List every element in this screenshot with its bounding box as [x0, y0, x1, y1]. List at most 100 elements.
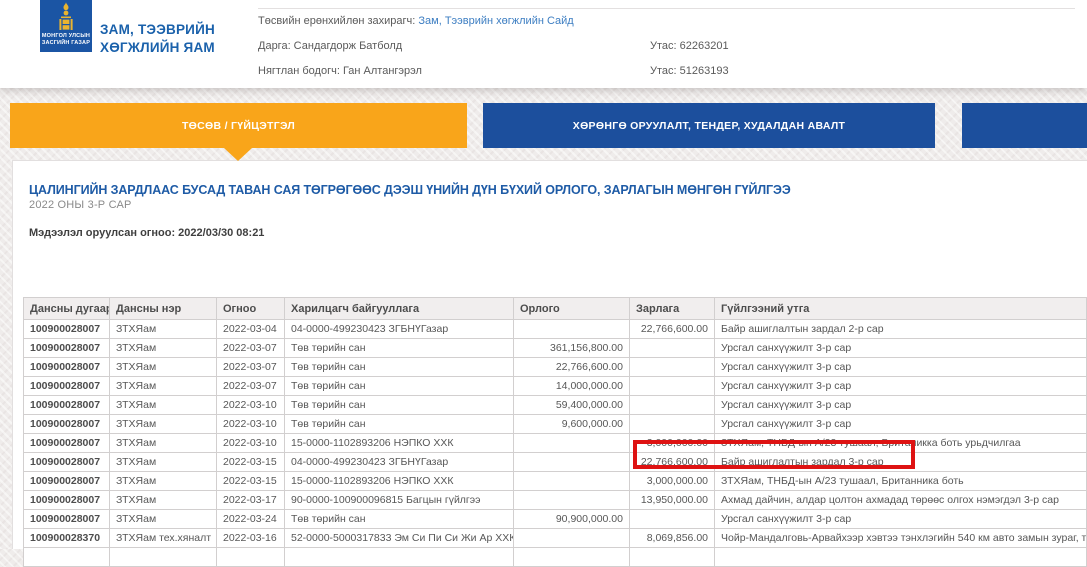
cell-income: 22,766,600.00 [514, 358, 630, 377]
cell-acct [24, 548, 110, 567]
minister-link[interactable]: Зам, Тээврийн хөгжлийн Сайд [418, 15, 573, 27]
cell-desc: Урсгал санхүүжилт 3-р сар [715, 358, 1087, 377]
cell-name [110, 548, 217, 567]
column-header: Зарлага [630, 298, 715, 320]
cell-income [514, 491, 630, 510]
page-subtitle: 2022 ОНЫ 3-Р САР [29, 199, 132, 211]
cell-expense: 8,069,856.00 [630, 529, 715, 548]
cell-name: ЗТХЯам [110, 320, 217, 339]
cell-desc: Урсгал санхүүжилт 3-р сар [715, 415, 1087, 434]
tab-budget-execution[interactable]: ТӨСӨВ / ГҮЙЦЭТГЭЛ [10, 103, 467, 148]
cell-desc: Байр ашиглалтын зардал 2-р сар [715, 320, 1087, 339]
cell-desc: Урсгал санхүүжилт 3-р сар [715, 510, 1087, 529]
cell-expense [630, 510, 715, 529]
transactions-table: Дансны дугаарДансны нэрОгнооХарилцагч ба… [23, 297, 1087, 567]
cell-income [514, 320, 630, 339]
cell-partner: 04-0000-499230423 ЗГБНҮГазар [285, 320, 514, 339]
cell-partner: 15-0000-1102893206 НЭПКО ХХК [285, 472, 514, 491]
cell-acct: 100900028007 [24, 434, 110, 453]
cell-income [514, 529, 630, 548]
government-logo-text: МОНГОЛ УЛСЫН ЗАСГИЙН ГАЗАР [42, 33, 90, 47]
cell-income: 14,000,000.00 [514, 377, 630, 396]
cell-expense: 13,950,000.00 [630, 491, 715, 510]
table-row: 100900028007ЗТХЯам2022-03-10Төв төрийн с… [24, 396, 1087, 415]
cell-name: ЗТХЯам тех.хяналт [110, 529, 217, 548]
accountant-phone: Утас: 51263193 [650, 59, 729, 84]
cell-date: 2022-03-07 [217, 377, 285, 396]
cell-partner: 15-0000-1102893206 НЭПКО ХХК [285, 434, 514, 453]
cell-acct: 100900028007 [24, 339, 110, 358]
government-logo[interactable]: МОНГОЛ УЛСЫН ЗАСГИЙН ГАЗАР [40, 0, 92, 52]
official-row-chief: Төсвийн ерөнхийлөн захирагч: Зам, Тээври… [258, 9, 1075, 34]
cell-income: 59,400,000.00 [514, 396, 630, 415]
chief-label: Төсвийн ерөнхийлөн захирагч: [258, 15, 418, 27]
cell-desc: Чойр-Мандалговь-Арвайхээр хэвтээ тэнхлэг… [715, 529, 1087, 548]
cell-income [514, 434, 630, 453]
cell-date: 2022-03-17 [217, 491, 285, 510]
cell-expense [630, 358, 715, 377]
cell-name: ЗТХЯам [110, 358, 217, 377]
official-row-director: Дарга: Сандагдорж Батболд Утас: 62263201 [258, 34, 1075, 59]
cell-partner: Төв төрийн сан [285, 339, 514, 358]
cell-expense [630, 377, 715, 396]
cell-acct: 100900028007 [24, 377, 110, 396]
cell-desc: Байр ашиглалтын зардал 3-р сар [715, 453, 1087, 472]
cell-date: 2022-03-24 [217, 510, 285, 529]
cell-acct: 100900028007 [24, 510, 110, 529]
cell-income [514, 548, 630, 567]
cell-date: 2022-03-07 [217, 358, 285, 377]
cell-expense: 22,766,600.00 [630, 320, 715, 339]
soyombo-emblem-icon [56, 2, 76, 32]
column-header: Гүйлгээний утга [715, 298, 1087, 320]
table-row: 100900028007ЗТХЯам2022-03-1504-0000-4992… [24, 453, 1087, 472]
tab-investment-tender[interactable]: ХӨРӨНГӨ ОРУУЛАЛТ, ТЕНДЕР, ХУДАЛДАН АВАЛТ [483, 103, 935, 148]
table-row: 100900028007ЗТХЯам2022-03-10Төв төрийн с… [24, 415, 1087, 434]
table-header-row: Дансны дугаарДансны нэрОгнооХарилцагч ба… [24, 298, 1087, 320]
cell-date [217, 548, 285, 567]
cell-partner: 04-0000-499230423 ЗГБНҮГазар [285, 453, 514, 472]
table-row: 100900028007ЗТХЯам2022-03-24Төв төрийн с… [24, 510, 1087, 529]
column-header: Дансны нэр [110, 298, 217, 320]
cell-income [514, 453, 630, 472]
cell-date: 2022-03-10 [217, 434, 285, 453]
cell-expense: 3,000,000.00 [630, 472, 715, 491]
cell-desc: Урсгал санхүүжилт 3-р сар [715, 377, 1087, 396]
cell-name: ЗТХЯам [110, 491, 217, 510]
table-row: 100900028007ЗТХЯам2022-03-1515-0000-1102… [24, 472, 1087, 491]
officials-block: Төсвийн ерөнхийлөн захирагч: Зам, Тээври… [258, 8, 1075, 84]
cell-date: 2022-03-10 [217, 415, 285, 434]
content-panel: ЦАЛИНГИЙН ЗАРДЛААС БУСАД ТАВАН САЯ ТӨГРӨ… [12, 160, 1087, 549]
tab-third-partial[interactable] [962, 103, 1087, 148]
cell-name: ЗТХЯам [110, 396, 217, 415]
table-row: 100900028007ЗТХЯам2022-03-07Төв төрийн с… [24, 358, 1087, 377]
cell-name: ЗТХЯам [110, 472, 217, 491]
cell-partner: Төв төрийн сан [285, 396, 514, 415]
cell-acct: 100900028007 [24, 320, 110, 339]
cell-date: 2022-03-04 [217, 320, 285, 339]
column-header: Дансны дугаар [24, 298, 110, 320]
cell-partner: Төв төрийн сан [285, 377, 514, 396]
accountant-label: Нягтлан бодогч: Ган Алтангэрэл [258, 65, 422, 77]
cell-partner: Төв төрийн сан [285, 510, 514, 529]
cell-acct: 100900028007 [24, 358, 110, 377]
cell-expense: 22,766,600.00 [630, 453, 715, 472]
cell-partner: Төв төрийн сан [285, 358, 514, 377]
cell-partner [285, 548, 514, 567]
cell-partner: 90-0000-100900096815 Багцын гүйлгээ [285, 491, 514, 510]
cell-name: ЗТХЯам [110, 434, 217, 453]
cell-acct: 100900028007 [24, 415, 110, 434]
table-header: Дансны дугаарДансны нэрОгнооХарилцагч ба… [24, 298, 1087, 320]
cell-expense: 3,000,000.00 [630, 434, 715, 453]
top-header: МОНГОЛ УЛСЫН ЗАСГИЙН ГАЗАР ЗАМ, ТЭЭВРИЙН… [0, 0, 1087, 88]
cell-expense [630, 396, 715, 415]
cell-date: 2022-03-07 [217, 339, 285, 358]
cell-acct: 100900028007 [24, 491, 110, 510]
cell-date: 2022-03-16 [217, 529, 285, 548]
table-row: 100900028007ЗТХЯам2022-03-0404-0000-4992… [24, 320, 1087, 339]
page: { "brand": { "gov_line1": "МОНГОЛ УЛСЫН"… [0, 0, 1087, 549]
cell-desc: ЗТХЯам, ТНБД-ын А/23 тушаал, Британника … [715, 472, 1087, 491]
cell-name: ЗТХЯам [110, 415, 217, 434]
cell-income: 90,900,000.00 [514, 510, 630, 529]
ministry-name: ЗАМ, ТЭЭВРИЙН ХӨГЖЛИЙН ЯАМ [100, 21, 215, 56]
column-header: Орлого [514, 298, 630, 320]
